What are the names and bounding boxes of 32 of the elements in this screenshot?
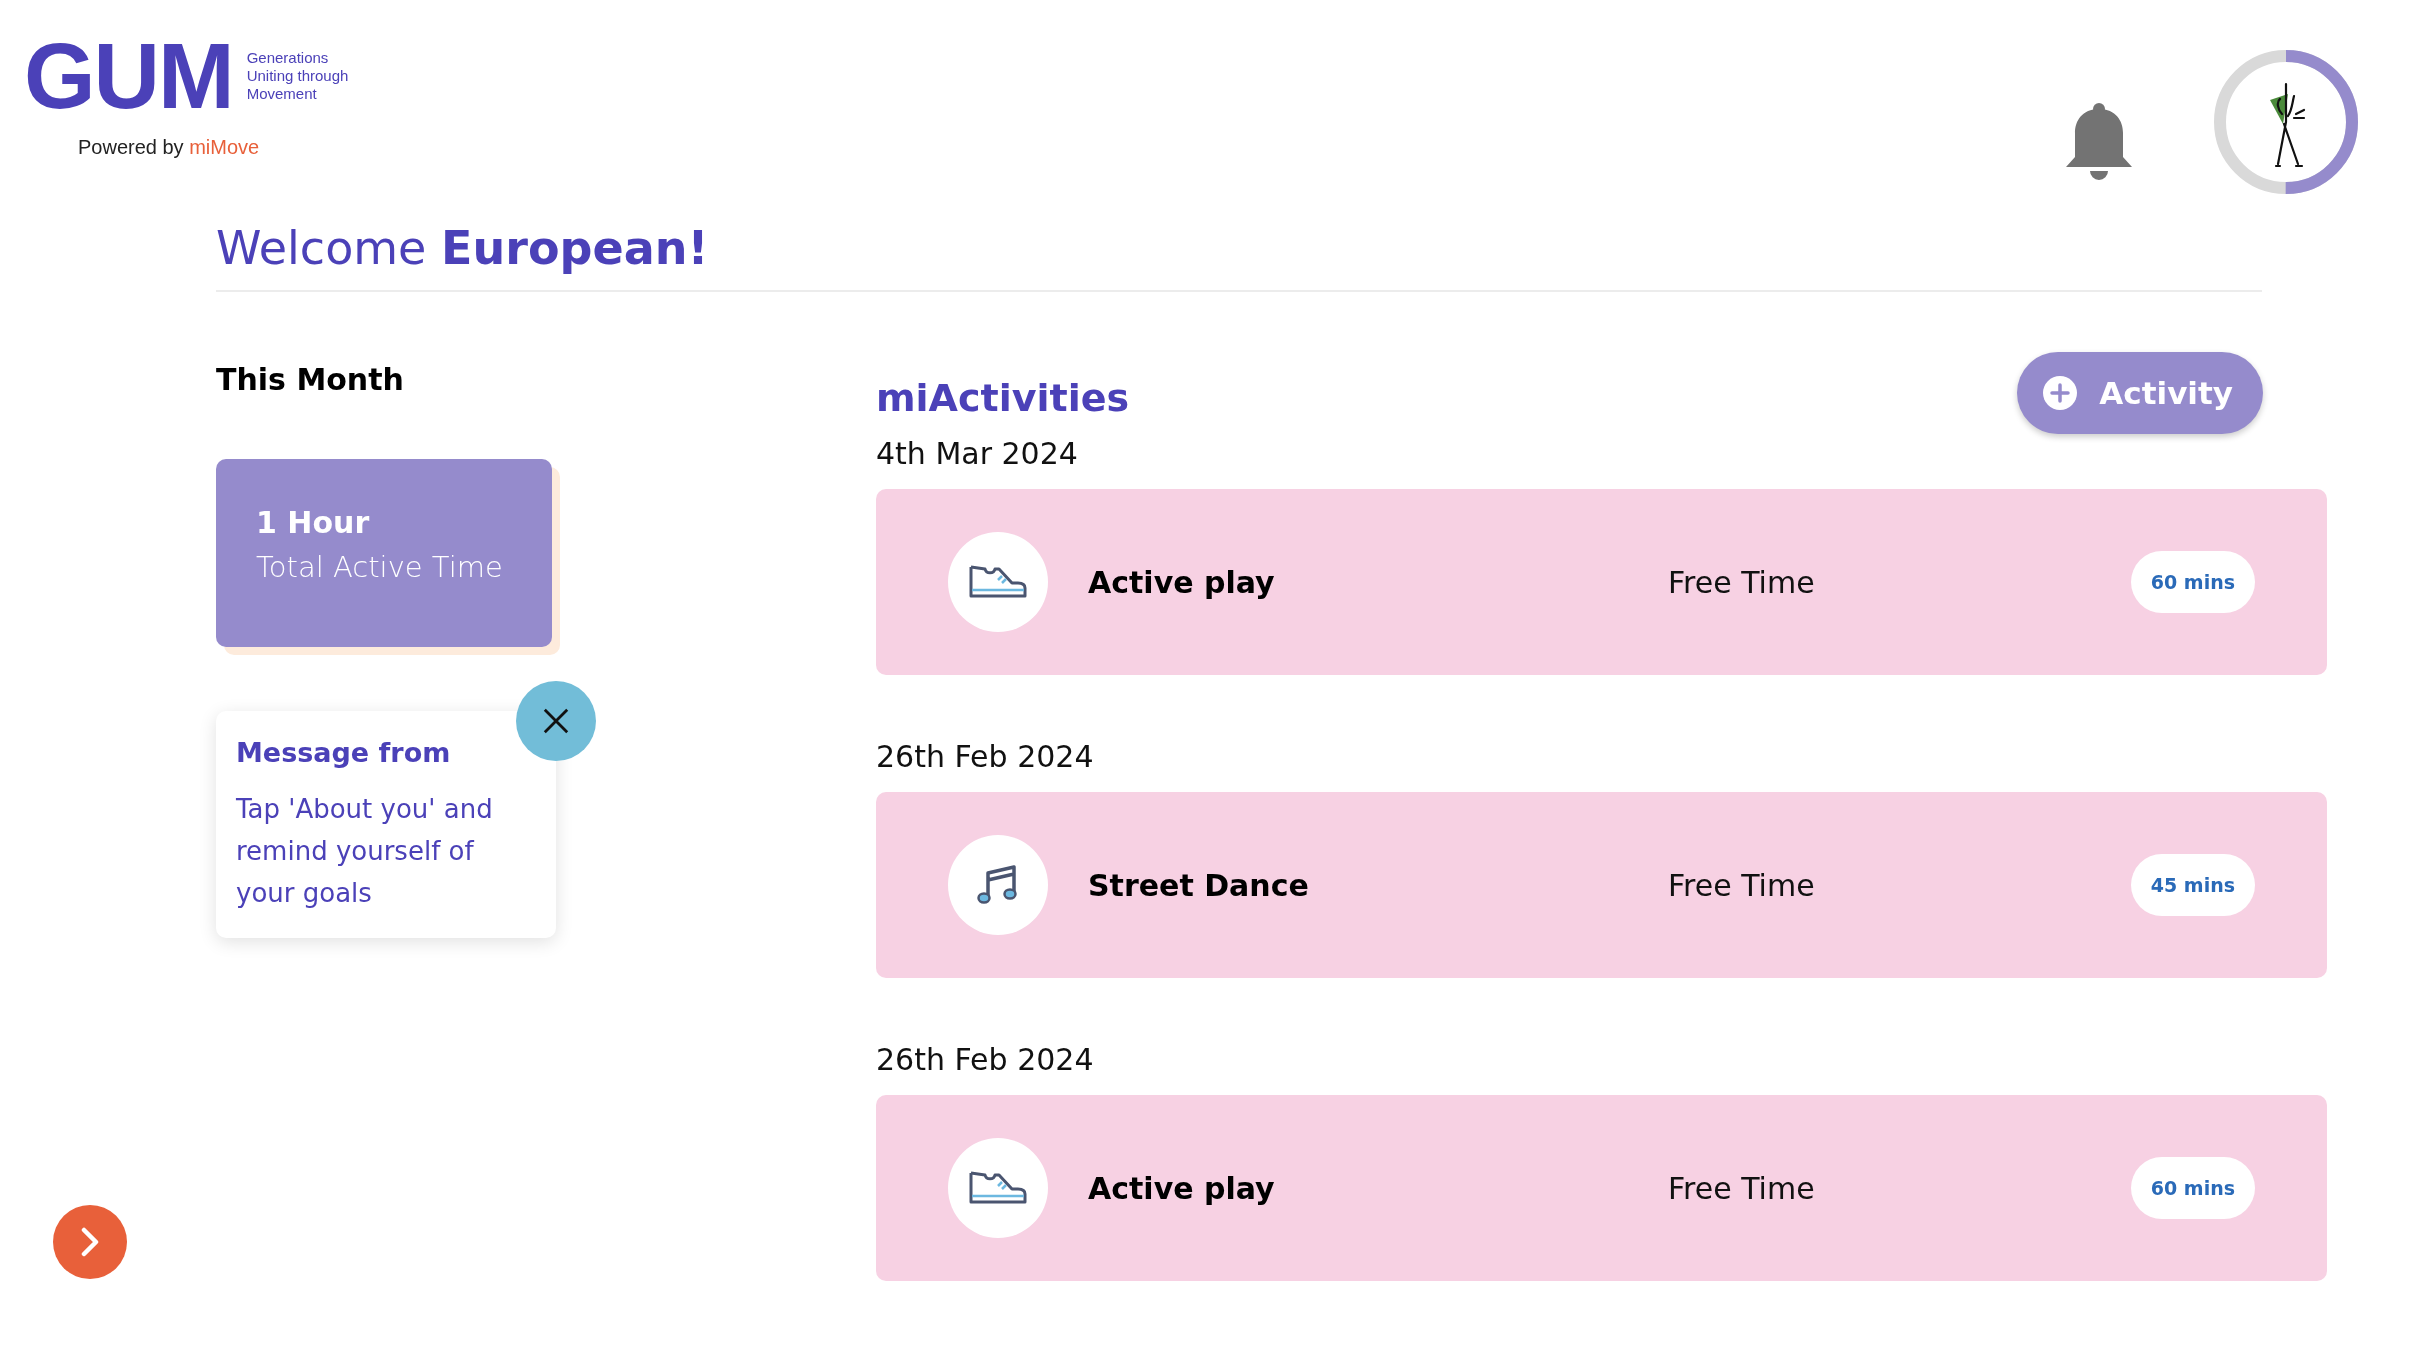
activity-category: Free Time <box>1668 564 1816 600</box>
activity-name: Street Dance <box>1088 867 1310 903</box>
total-time-label: Total Active Time <box>256 550 504 584</box>
logo-tagline: Generations Uniting through Movement <box>246 49 349 103</box>
duration-badge: 45 mins <box>2130 854 2255 916</box>
chevron-right-icon <box>80 1227 100 1257</box>
music-note-icon <box>976 863 1020 907</box>
activity-category: Free Time <box>1668 1170 1816 1206</box>
powered-by-text: Powered by miMove <box>78 136 261 159</box>
notification-bell-icon[interactable] <box>2066 103 2132 181</box>
shoe-icon <box>968 564 1028 600</box>
close-icon <box>542 707 570 735</box>
activity-name: Active play <box>1088 564 1276 600</box>
logo-wordmark: GUM <box>24 30 233 122</box>
activity-card[interactable]: Active play Free Time 60 mins <box>876 489 2327 675</box>
this-month-heading: This Month <box>216 362 405 397</box>
activity-card[interactable]: Street Dance Free Time 45 mins <box>876 792 2327 978</box>
duration-badge: 60 mins <box>2130 1157 2255 1219</box>
activity-card[interactable]: Active play Free Time 60 mins <box>876 1095 2327 1281</box>
welcome-heading: Welcome European! <box>216 220 710 277</box>
duration-badge: 60 mins <box>2130 551 2255 613</box>
activity-name: Active play <box>1088 1170 1276 1206</box>
activity-date: 4th Mar 2024 <box>876 436 1079 471</box>
plus-icon <box>2043 376 2078 410</box>
activity-category: Free Time <box>1668 867 1816 903</box>
message-text: Tap 'About you' and remind yourself of your goals <box>236 793 494 910</box>
total-time-value: 1 Hour <box>256 505 371 540</box>
message-title: Message from <box>236 737 452 768</box>
activity-date: 26th Feb 2024 <box>876 1042 1095 1077</box>
shoe-icon <box>968 1170 1028 1206</box>
activities-heading: miActivities <box>876 376 1130 420</box>
activity-date: 26th Feb 2024 <box>876 739 1095 774</box>
